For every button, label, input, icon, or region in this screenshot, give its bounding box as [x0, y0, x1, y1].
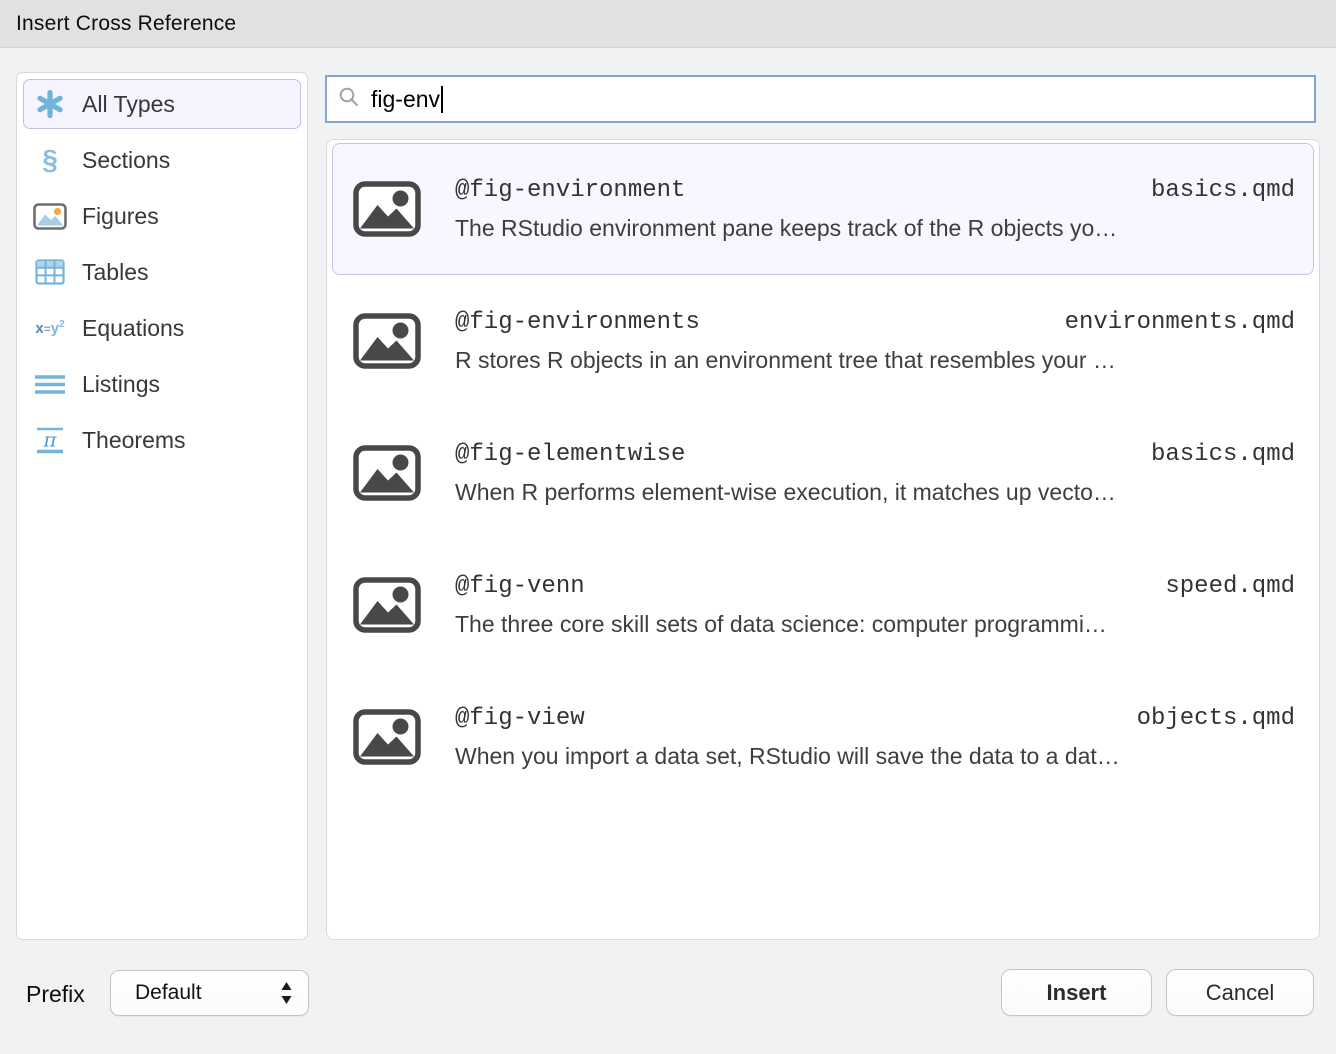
- equation-icon: x=y2: [33, 311, 67, 345]
- result-ref-id: @fig-environment: [455, 177, 685, 204]
- prefix-selected-value: Default: [135, 981, 280, 1005]
- sidebar-item-listings[interactable]: Listings: [23, 359, 301, 409]
- result-text: @fig-view objects.qmd When you import a da…: [455, 705, 1295, 770]
- result-row[interactable]: @fig-elementwise basics.qmd When R perform…: [332, 407, 1314, 539]
- result-description: The three core skill sets of data scienc…: [455, 611, 1295, 638]
- figure-image-icon: [353, 313, 421, 369]
- result-ref-id: @fig-environments: [455, 309, 700, 336]
- result-file-name: speed.qmd: [1165, 573, 1295, 600]
- sidebar-item-all-types[interactable]: All Types: [23, 79, 301, 129]
- result-ref-id: @fig-view: [455, 705, 585, 732]
- sidebar-item-label: Figures: [82, 203, 159, 230]
- result-row[interactable]: @fig-environment basics.qmd The RStudio en…: [332, 143, 1314, 275]
- result-description: When R performs element-wise execution, …: [455, 479, 1295, 506]
- dialog-titlebar: Insert Cross Reference: [0, 0, 1336, 48]
- cancel-button[interactable]: Cancel: [1166, 969, 1314, 1016]
- sidebar-item-label: Tables: [82, 259, 148, 286]
- sidebar-item-tables[interactable]: Tables: [23, 247, 301, 297]
- sidebar-item-label: Listings: [82, 371, 160, 398]
- result-text: @fig-environment basics.qmd The RStudio en…: [455, 177, 1295, 242]
- result-file-name: objects.qmd: [1137, 705, 1295, 732]
- sidebar-item-label: Equations: [82, 315, 184, 342]
- figure-image-icon: [353, 181, 421, 237]
- text-cursor: [441, 86, 443, 113]
- result-description: When you import a data set, RStudio will…: [455, 743, 1295, 770]
- prefix-dropdown[interactable]: Default: [110, 970, 309, 1016]
- sidebar-item-sections[interactable]: § Sections: [23, 135, 301, 185]
- result-row[interactable]: @fig-venn speed.qmd The three core skill s…: [332, 539, 1314, 671]
- sidebar-item-label: Sections: [82, 147, 170, 174]
- theorem-icon: π: [33, 423, 67, 457]
- result-row[interactable]: @fig-environments environments.qmd R store…: [332, 275, 1314, 407]
- result-description: R stores R objects in an environment tre…: [455, 347, 1295, 374]
- sidebar-item-label: All Types: [82, 91, 175, 118]
- section-icon: §: [33, 143, 67, 177]
- sidebar-item-figures[interactable]: Figures: [23, 191, 301, 241]
- result-ref-id: @fig-venn: [455, 573, 585, 600]
- figure-image-icon: [353, 577, 421, 633]
- result-ref-id: @fig-elementwise: [455, 441, 685, 468]
- sidebar-item-theorems[interactable]: π Theorems: [23, 415, 301, 465]
- search-icon: [338, 86, 360, 113]
- table-icon: [33, 255, 67, 289]
- result-text: @fig-venn speed.qmd The three core skill s…: [455, 573, 1295, 638]
- asterisk-icon: [33, 87, 67, 121]
- figure-icon: [33, 199, 67, 233]
- result-file-name: basics.qmd: [1151, 441, 1295, 468]
- result-description: The RStudio environment pane keeps track…: [455, 215, 1295, 242]
- result-text: @fig-elementwise basics.qmd When R perform…: [455, 441, 1295, 506]
- search-input-value: fig-env: [371, 86, 440, 113]
- result-text: @fig-environments environments.qmd R store…: [455, 309, 1295, 374]
- type-filter-panel: All Types § Sections Figures Tables x=y2 Equat…: [16, 72, 308, 940]
- dialog-title: Insert Cross Reference: [16, 12, 236, 36]
- results-list: @fig-environment basics.qmd The RStudio en…: [326, 139, 1320, 940]
- result-file-name: basics.qmd: [1151, 177, 1295, 204]
- result-file-name: environments.qmd: [1065, 309, 1295, 336]
- result-row[interactable]: @fig-view objects.qmd When you import a da…: [332, 671, 1314, 803]
- sidebar-item-equations[interactable]: x=y2 Equations: [23, 303, 301, 353]
- svg-text:π: π: [42, 428, 57, 452]
- search-input[interactable]: fig-env: [325, 75, 1316, 123]
- prefix-label: Prefix: [26, 981, 85, 1008]
- updown-arrows-icon: [280, 981, 293, 1005]
- sidebar-item-label: Theorems: [82, 427, 186, 454]
- figure-image-icon: [353, 445, 421, 501]
- figure-image-icon: [353, 709, 421, 765]
- insert-button[interactable]: Insert: [1001, 969, 1152, 1016]
- listing-icon: [33, 367, 67, 401]
